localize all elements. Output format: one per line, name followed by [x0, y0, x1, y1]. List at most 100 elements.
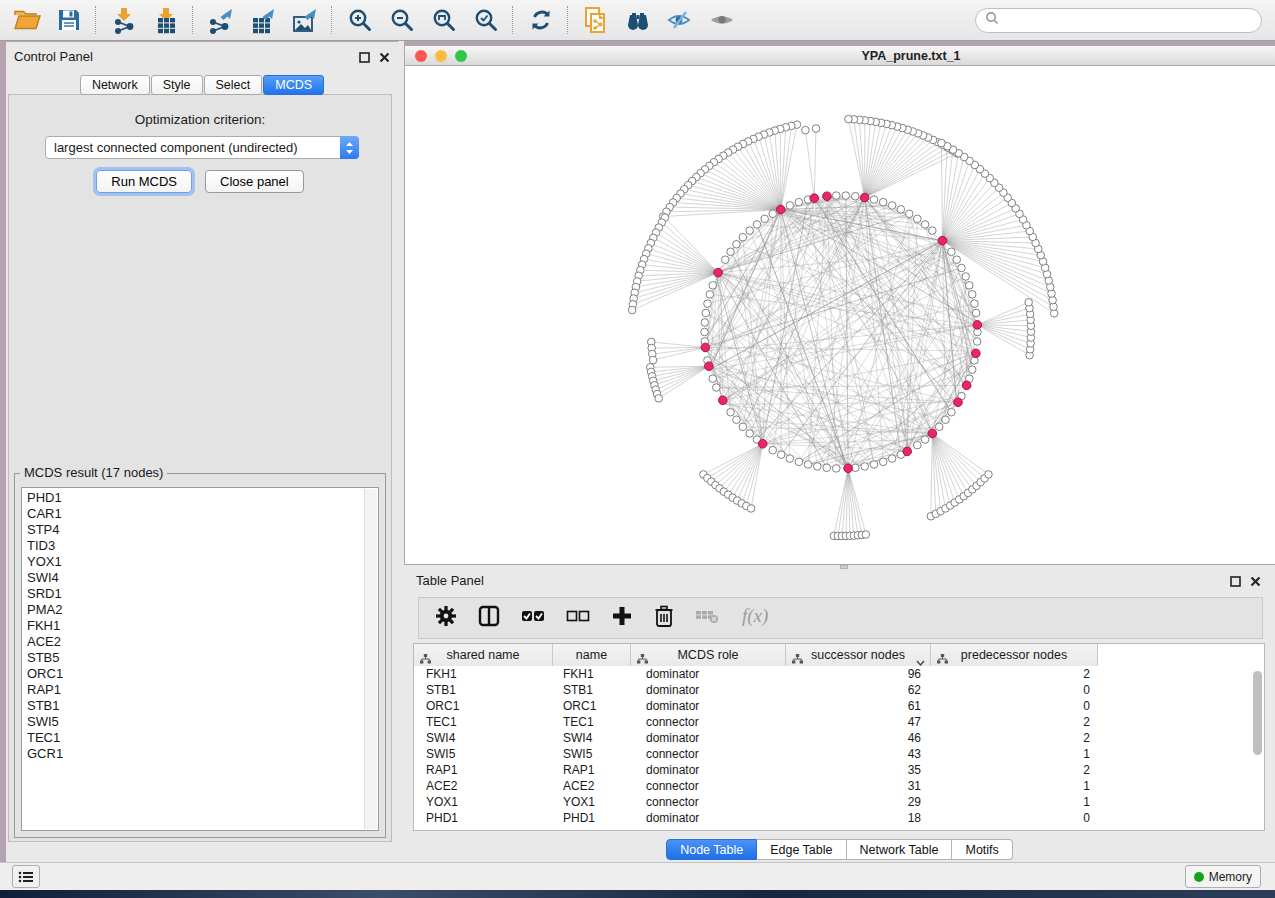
cell: YOX1 [414, 794, 553, 810]
table-row[interactable]: FKH1FKH1dominator962 [414, 666, 1264, 682]
zoom-in-icon[interactable] [346, 6, 374, 34]
show-panel-list-button[interactable] [12, 865, 40, 888]
delete-selected-icon[interactable] [654, 605, 674, 631]
refresh-view-icon[interactable] [527, 6, 555, 34]
cell: dominator [631, 730, 786, 746]
mcds-result-item[interactable]: SWI5 [27, 714, 378, 730]
mcds-result-list: PHD1CAR1STP4TID3YOX1SWI4SRD1PMA2FKH1ACE2… [21, 487, 379, 831]
table-settings-icon[interactable] [435, 605, 457, 631]
cell: ACE2 [553, 778, 631, 794]
cell: 43 [786, 746, 931, 762]
column-header-MCDS-role[interactable]: MCDS role [631, 644, 786, 666]
float-panel-icon[interactable] [359, 49, 370, 67]
criterion-value: largest connected component (undirected) [46, 140, 340, 155]
mcds-result-item[interactable]: TID3 [27, 538, 378, 554]
cell: 96 [786, 666, 931, 682]
mcds-result-item[interactable]: SRD1 [27, 586, 378, 602]
cell: connector [631, 778, 786, 794]
table-row[interactable]: SWI5SWI5connector431 [414, 746, 1264, 762]
float-table-icon[interactable] [1230, 573, 1241, 591]
memory-button[interactable]: Memory [1185, 865, 1261, 888]
duplicate-network-icon[interactable] [582, 6, 610, 34]
table-row[interactable]: PHD1PHD1dominator180 [414, 810, 1264, 826]
table-row[interactable]: ACE2ACE2connector311 [414, 778, 1264, 794]
cell: 31 [786, 778, 931, 794]
zoom-selected-icon[interactable] [472, 6, 500, 34]
table-panel: Table Panel f(x) shared namenameMCDS rol… [404, 569, 1275, 862]
tab-select[interactable]: Select [204, 75, 263, 95]
select-all-icon[interactable] [521, 605, 545, 631]
find-network-icon[interactable] [624, 6, 652, 34]
cell: 0 [931, 698, 1098, 714]
table-row[interactable]: YOX1YOX1connector291 [414, 794, 1264, 810]
hide-view-icon[interactable] [666, 6, 694, 34]
mcds-result-item[interactable]: CAR1 [27, 506, 378, 522]
network-titlebar: YPA_prune.txt_1 [405, 46, 1275, 66]
unselect-all-icon[interactable] [566, 605, 590, 631]
toolbar-separator [567, 6, 568, 34]
close-panel-icon[interactable] [379, 49, 390, 67]
tab-node-table[interactable]: Node Table [666, 839, 757, 860]
cell: 61 [786, 698, 931, 714]
result-scrollbar[interactable] [364, 489, 377, 829]
mcds-result-item[interactable]: ORC1 [27, 666, 378, 682]
mcds-result-item[interactable]: STB5 [27, 650, 378, 666]
close-table-icon[interactable] [1250, 573, 1261, 591]
cell: ORC1 [414, 698, 553, 714]
zoom-out-icon[interactable] [388, 6, 416, 34]
cell: 1 [931, 794, 1098, 810]
search-input[interactable] [1005, 13, 1261, 28]
cell: FKH1 [414, 666, 553, 682]
show-columns-icon[interactable] [478, 605, 500, 631]
mcds-result-item[interactable]: TEC1 [27, 730, 378, 746]
export-network-icon[interactable] [207, 6, 235, 34]
sort-indicator-icon [916, 652, 925, 670]
tab-style[interactable]: Style [151, 75, 203, 95]
table-row[interactable]: SWI4SWI4dominator462 [414, 730, 1264, 746]
mcds-result-item[interactable]: STP4 [27, 522, 378, 538]
cell: 2 [931, 762, 1098, 778]
tab-motifs[interactable]: Motifs [952, 839, 1012, 860]
mcds-result-item[interactable]: SWI4 [27, 570, 378, 586]
mcds-result-item[interactable]: PMA2 [27, 602, 378, 618]
mcds-result-item[interactable]: PHD1 [27, 490, 378, 506]
add-row-icon[interactable] [611, 605, 633, 631]
mcds-result-item[interactable]: STB1 [27, 698, 378, 714]
open-session-icon[interactable] [13, 6, 41, 34]
column-header-name[interactable]: name [553, 644, 631, 666]
run-mcds-button[interactable]: Run MCDS [96, 170, 192, 193]
column-header-successor-nodes[interactable]: successor nodes [786, 644, 931, 666]
mcds-result-box: MCDS result (17 nodes) PHD1CAR1STP4TID3Y… [14, 473, 386, 838]
table-row[interactable]: RAP1RAP1dominator352 [414, 762, 1264, 778]
tab-mcds[interactable]: MCDS [263, 75, 324, 95]
zoom-fit-icon[interactable] [430, 6, 458, 34]
mcds-result-item[interactable]: ACE2 [27, 634, 378, 650]
mcds-result-item[interactable]: GCR1 [27, 746, 378, 762]
show-view-icon[interactable] [708, 6, 736, 34]
toolbar-separator [192, 6, 193, 34]
table-row[interactable]: ORC1ORC1dominator610 [414, 698, 1264, 714]
cell: dominator [631, 698, 786, 714]
export-table-icon[interactable] [249, 6, 277, 34]
import-table-icon[interactable] [152, 6, 180, 34]
mcds-result-item[interactable]: YOX1 [27, 554, 378, 570]
node-table: shared namenameMCDS rolesuccessor nodesp… [413, 643, 1265, 831]
table-scrollbar-thumb[interactable] [1253, 671, 1262, 755]
mcds-result-item[interactable]: RAP1 [27, 682, 378, 698]
save-session-icon[interactable] [55, 6, 83, 34]
close-panel-button[interactable]: Close panel [205, 170, 304, 193]
tab-edge-table[interactable]: Edge Table [757, 839, 846, 860]
export-image-icon[interactable] [291, 6, 319, 34]
table-row[interactable]: STB1STB1dominator620 [414, 682, 1264, 698]
column-header-predecessor-nodes[interactable]: predecessor nodes [931, 644, 1098, 666]
tab-network-table[interactable]: Network Table [847, 839, 953, 860]
network-canvas[interactable] [405, 66, 1275, 564]
criterion-dropdown[interactable]: largest connected component (undirected) [45, 136, 359, 159]
cell: dominator [631, 682, 786, 698]
tab-network[interactable]: Network [80, 75, 150, 95]
cell: 29 [786, 794, 931, 810]
mcds-result-item[interactable]: FKH1 [27, 618, 378, 634]
table-row[interactable]: TEC1TEC1connector472 [414, 714, 1264, 730]
column-header-shared-name[interactable]: shared name [414, 644, 553, 666]
import-network-icon[interactable] [110, 6, 138, 34]
